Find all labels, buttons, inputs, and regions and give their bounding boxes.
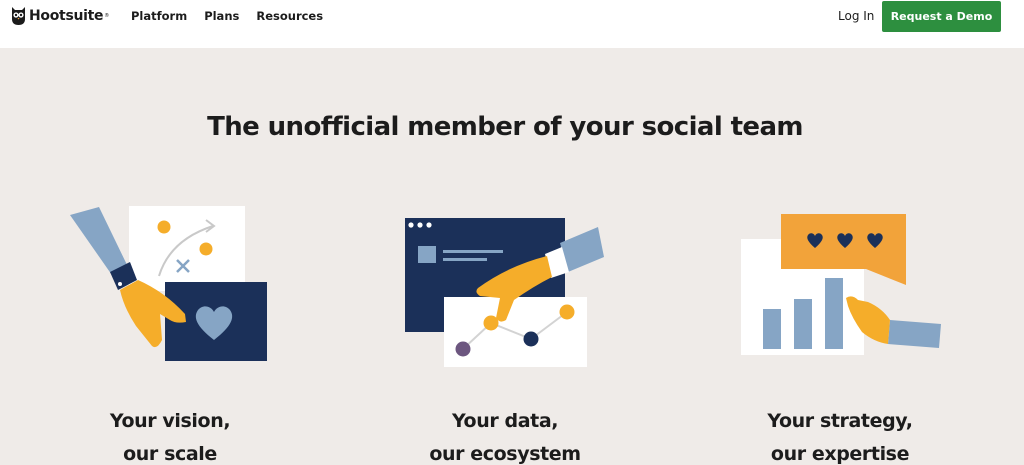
card-title-strategy-line1: Your strategy,: [767, 410, 913, 432]
strategy-board: [129, 206, 245, 291]
card-title-data-line1: Your data,: [451, 410, 559, 432]
data-illustration: [405, 218, 604, 367]
nav-resources[interactable]: Resources: [256, 9, 323, 23]
nav-plans[interactable]: Plans: [204, 9, 239, 23]
strategy-illustration: [741, 214, 941, 355]
card-title-vision-line1: Your vision,: [109, 410, 231, 432]
card-title-strategy-line2: our expertise: [770, 443, 910, 465]
card-title-strategy: Your strategy, our expertise: [730, 405, 950, 465]
strategy-sleeve: [888, 320, 941, 348]
speech-bubble-tail: [866, 269, 906, 285]
bar-3: [825, 278, 843, 349]
card-title-vision: Your vision, our scale: [60, 405, 280, 465]
logo-wordmark: Hootsuite: [29, 8, 104, 24]
play-dot-2: [199, 242, 213, 256]
bar-2: [794, 299, 812, 349]
window-dot-3: [426, 222, 432, 228]
hootsuite-logo[interactable]: Hootsuite ®: [11, 7, 109, 25]
window-dot-2: [417, 222, 423, 228]
play-dot-1: [157, 220, 171, 234]
window-text-line-2: [443, 258, 487, 261]
nav-links: Platform Plans Resources: [131, 0, 340, 32]
logo-registered-mark: ®: [104, 13, 110, 19]
request-demo-button[interactable]: Request a Demo: [882, 1, 1001, 32]
nav-platform[interactable]: Platform: [131, 9, 187, 23]
window-text-line-1: [443, 250, 503, 253]
hero-headline: The unofficial member of your social tea…: [207, 112, 803, 142]
graph-point-4: [559, 304, 575, 320]
window-dot-1: [408, 222, 414, 228]
cuff-button: [118, 282, 122, 286]
bar-1: [763, 309, 781, 349]
graph-point-1: [455, 341, 471, 357]
card-title-data: Your data, our ecosystem: [395, 405, 615, 465]
vision-illustration: [70, 206, 267, 361]
window-image-block: [418, 246, 436, 263]
card-title-data-line2: our ecosystem: [429, 443, 581, 465]
card-title-vision-line2: our scale: [123, 443, 217, 465]
login-link[interactable]: Log In: [838, 9, 874, 23]
top-nav: Hootsuite ® Platform Plans Resources Log …: [0, 0, 1024, 48]
graph-point-3: [523, 331, 539, 347]
owl-logo-icon: [12, 7, 25, 25]
